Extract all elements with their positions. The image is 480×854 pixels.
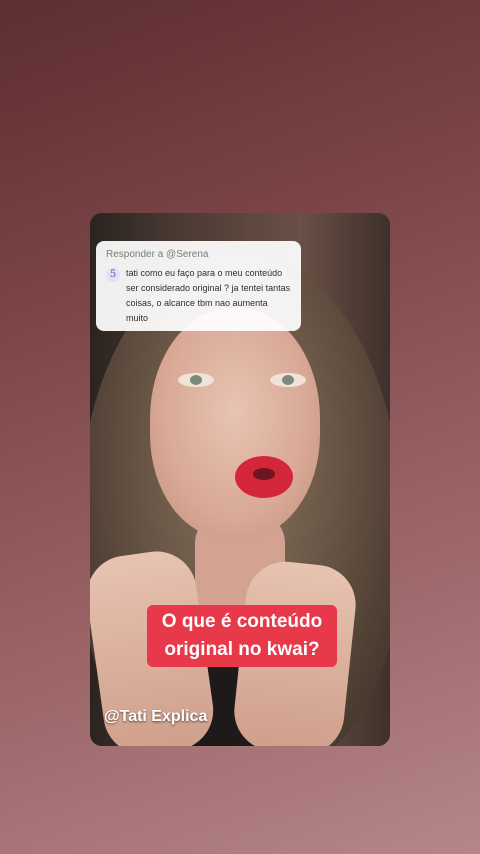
- reply-comment-sticker[interactable]: Responder a @Serena 5 tati como eu faço …: [96, 241, 301, 331]
- person-right-eye: [270, 373, 306, 387]
- reply-title: Responder a @Serena: [106, 249, 209, 260]
- creator-watermark: @Tati Explica: [104, 708, 208, 725]
- person-lips: [235, 456, 293, 498]
- reply-body: 5 tati como eu faço para o meu conteúdo …: [106, 266, 291, 326]
- video-caption: O que é conteúdo original no kwai?: [147, 605, 337, 667]
- commenter-avatar: 5: [106, 268, 120, 282]
- person-left-eye: [178, 373, 214, 387]
- reply-comment-text: tati como eu faço para o meu conteúdo se…: [126, 268, 291, 323]
- person-face: [150, 308, 320, 538]
